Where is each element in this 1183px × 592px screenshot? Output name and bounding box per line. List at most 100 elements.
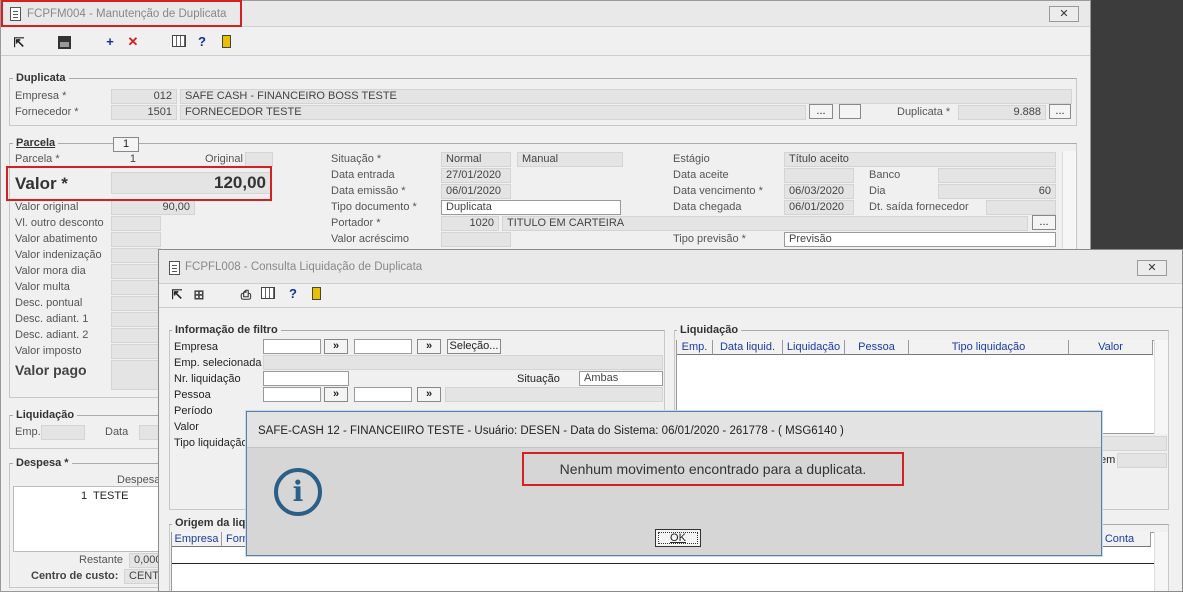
data-entrada-value[interactable]: 27/01/2020	[441, 168, 511, 183]
dialog-title: SAFE-CASH 12 - FINANCEIIRO TESTE - Usuár…	[258, 425, 844, 437]
empresa-code[interactable]: 012	[111, 89, 177, 104]
liquidacao-col-header[interactable]: Valor	[1069, 340, 1153, 355]
original-field[interactable]	[245, 152, 273, 167]
consulta-close-button[interactable]: ✕	[1137, 260, 1167, 276]
help-icon[interactable]: ?	[285, 286, 301, 302]
duplicata-group-title: Duplicata	[13, 72, 69, 84]
exit-arrow-icon[interactable]: ⇱	[169, 287, 185, 303]
filtro-valor-label: Valor	[174, 421, 199, 433]
tipo-previsao-select[interactable]: Previsão	[784, 232, 1056, 247]
filtro-periodo-label: Período	[174, 405, 213, 417]
parcela-tab[interactable]: 1	[113, 137, 139, 152]
parcela-field-input[interactable]	[111, 216, 161, 231]
data-vencimento-value[interactable]: 06/03/2020	[784, 184, 854, 199]
exit-door-icon[interactable]	[309, 287, 325, 303]
add-icon[interactable]: +	[102, 34, 118, 50]
valor-pago-label: Valor pago	[15, 362, 87, 378]
highlight-valor	[6, 166, 272, 201]
selecao-button[interactable]: Seleção...	[447, 339, 501, 354]
liquidacao-col-header[interactable]: Liquidação	[783, 340, 845, 355]
portador-code[interactable]: 1020	[441, 216, 499, 231]
portador-lookup-button[interactable]: ...	[1032, 215, 1056, 230]
parcela-field-input[interactable]	[111, 312, 161, 327]
fornecedor-extra-button[interactable]	[839, 104, 861, 119]
liq-emp-field[interactable]	[41, 425, 85, 440]
parcela-field-input[interactable]	[111, 248, 161, 263]
dia-value[interactable]: 60	[938, 184, 1056, 199]
valor-acrescimo-field[interactable]	[441, 232, 511, 247]
liquidacao-scrollbar[interactable]	[1154, 340, 1168, 434]
filtro-empresa-from[interactable]	[263, 339, 321, 354]
liq-data-label: Data	[105, 426, 129, 438]
toolbar-divider	[1, 55, 1090, 56]
ok-button[interactable]: OK	[655, 529, 701, 547]
filtro-pessoa-from[interactable]	[263, 387, 321, 402]
original-label: Original	[205, 153, 243, 165]
liquidacao-col-header[interactable]: Pessoa	[845, 340, 909, 355]
origem-scrollbar[interactable]	[1154, 532, 1168, 591]
despesa-row-num: 1	[81, 490, 88, 502]
filtro-pessoa-to[interactable]	[354, 387, 412, 402]
parcela-field-input[interactable]	[111, 280, 161, 295]
empresa-name[interactable]: SAFE CASH - FINANCEIRO BOSS TESTE	[180, 89, 1072, 104]
despesa-table	[13, 486, 163, 552]
parcela-field-input[interactable]	[111, 232, 161, 247]
situacao-extra[interactable]: Manual	[517, 152, 623, 167]
parcela-field-input[interactable]	[111, 264, 161, 279]
parcela-field-input[interactable]	[111, 328, 161, 343]
save-icon[interactable]	[57, 35, 73, 51]
exit-door-icon[interactable]	[219, 35, 235, 51]
duplicata-value[interactable]: 9.888	[958, 105, 1046, 120]
duplicata-lookup-button[interactable]: ...	[1049, 104, 1071, 119]
parcela-field-label: Desc. adiant. 2	[15, 329, 89, 341]
filtro-pessoa-arrow-button-2[interactable]: »	[417, 387, 441, 402]
filtro-empresa-to[interactable]	[354, 339, 412, 354]
parcela-field-input[interactable]	[111, 296, 161, 311]
tipo-documento-select[interactable]: Duplicata	[441, 200, 621, 215]
nr-liquidacao-field[interactable]	[263, 371, 349, 386]
parcela-scrollbar[interactable]	[1062, 151, 1076, 251]
situacao-value[interactable]: Normal	[441, 152, 511, 167]
despesa-row-name[interactable]: TESTE	[93, 490, 128, 502]
partial-field	[1117, 453, 1167, 468]
data-chegada-value[interactable]: 06/01/2020	[784, 200, 854, 215]
estagio-value[interactable]: Título aceito	[784, 152, 1056, 167]
duplicata-label: Duplicata *	[897, 106, 951, 118]
parcela-field-input[interactable]	[111, 344, 161, 359]
filtro-situacao-select[interactable]: Ambas	[579, 371, 663, 386]
parcela-field-label: Valor abatimento	[15, 233, 98, 245]
data-aceite-field[interactable]	[784, 168, 854, 183]
fornecedor-lookup-button[interactable]: ...	[809, 104, 833, 119]
origem-group-title: Origem da liq	[172, 517, 249, 529]
liquidacao-col-header[interactable]: Emp.	[677, 340, 713, 355]
data-entrada-label: Data entrada	[331, 169, 395, 181]
despesa-col-header: Despesa	[117, 474, 161, 486]
close-button[interactable]: ✕	[1049, 6, 1079, 22]
parcela-field-label: Valor imposto	[15, 345, 82, 357]
exit-arrow-icon[interactable]: ⇱	[11, 35, 27, 51]
pin-icon[interactable]: ⊞	[191, 287, 207, 303]
filtro-empresa-arrow-button-2[interactable]: »	[417, 339, 441, 354]
filtro-pessoa-arrow-button[interactable]: »	[324, 387, 348, 402]
empresa-label: Empresa *	[15, 90, 67, 102]
filtro-empresa-arrow-button[interactable]: »	[324, 339, 348, 354]
data-saida-field[interactable]	[986, 200, 1056, 215]
centro-custo-label: Centro de custo:	[31, 570, 119, 582]
liquidacao-col-header[interactable]: Data liquid.	[713, 340, 783, 355]
data-saida-label: Dt. saída fornecedor	[869, 201, 969, 213]
banco-field[interactable]	[938, 168, 1056, 183]
fornecedor-name[interactable]: FORNECEDOR TESTE	[180, 105, 806, 120]
fornecedor-code[interactable]: 1501	[111, 105, 177, 120]
print-icon[interactable]: ⎙	[238, 287, 254, 303]
valor-pago-field[interactable]	[111, 360, 161, 390]
delete-icon[interactable]: ✕	[125, 34, 141, 50]
portador-name[interactable]: TITULO EM CARTEIRA	[502, 216, 1028, 231]
calendar-grid-icon[interactable]	[261, 287, 277, 303]
origem-col-empresa[interactable]: Empresa	[172, 532, 222, 547]
help-icon[interactable]: ?	[194, 34, 210, 50]
parcela-value[interactable]: 1	[111, 152, 141, 167]
data-emissao-value[interactable]: 06/01/2020	[441, 184, 511, 199]
valor-original-value[interactable]: 90,00	[111, 200, 195, 215]
calendar-grid-icon[interactable]	[172, 35, 188, 51]
liquidacao-col-header[interactable]: Tipo liquidação	[909, 340, 1069, 355]
